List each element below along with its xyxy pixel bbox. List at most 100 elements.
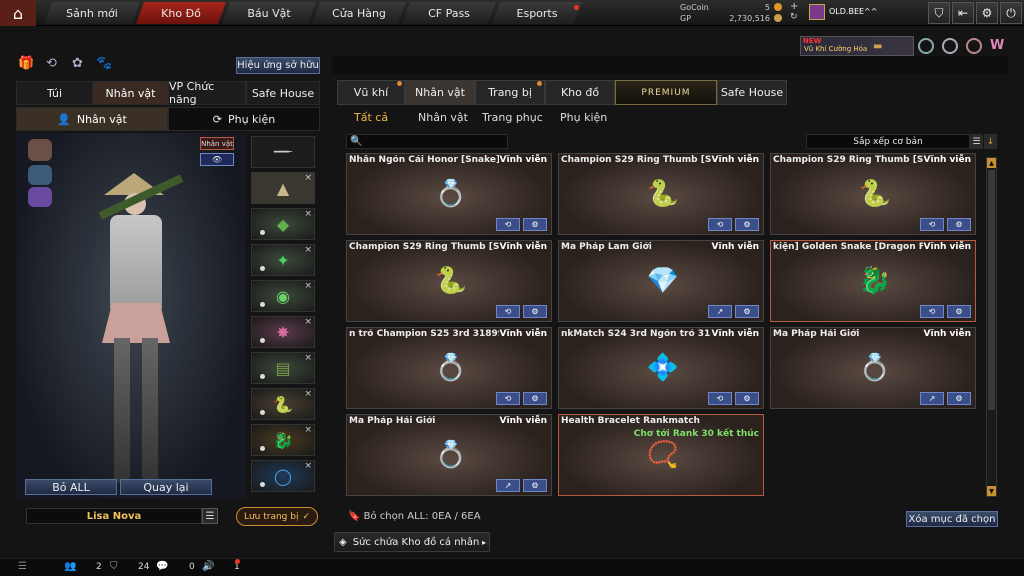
save-loadout-button[interactable]: Lưu trang bị ✓ bbox=[236, 507, 318, 526]
remove-all-button[interactable]: Bỏ ALL bbox=[25, 479, 117, 495]
character-preview[interactable]: Nhân vật 👁 bbox=[16, 133, 246, 499]
subtab-accessory[interactable]: ⟳ Phụ kiện bbox=[168, 107, 320, 131]
equip-button[interactable]: ↗ bbox=[708, 305, 732, 318]
search-input[interactable] bbox=[366, 136, 497, 147]
subtab-all[interactable]: Tất cả bbox=[354, 111, 388, 124]
clan-button[interactable]: ⛉ bbox=[928, 2, 950, 24]
sort-dropdown[interactable]: Sắp xếp cơ bản bbox=[806, 134, 970, 149]
item-card-selected[interactable]: kiện] Golden Snake [Dragon Fury]Vĩnh viễ… bbox=[770, 240, 976, 322]
nav-tab-treasure[interactable]: Báu Vật bbox=[222, 2, 316, 24]
item-settings-button[interactable]: ⚙ bbox=[735, 305, 759, 318]
class-icon-2[interactable] bbox=[28, 165, 52, 185]
item-card[interactable]: Nhẫn Ngón Cái Honor [Snake] Vĩnh viễn 💍 ⟲ ⚙ bbox=[346, 153, 552, 235]
item-settings-button[interactable]: ⚙ bbox=[523, 218, 547, 231]
scroll-thumb[interactable] bbox=[988, 170, 995, 410]
item-card[interactable]: Ma Pháp Hải Giới Vĩnh viễn 💍 ↗ ⚙ bbox=[346, 414, 552, 496]
remove-icon[interactable]: × bbox=[304, 461, 312, 471]
tab-character[interactable]: Nhân vật bbox=[93, 81, 168, 105]
gp-convert-button[interactable]: ⟲ bbox=[496, 218, 520, 231]
friends-icon[interactable]: 👥 bbox=[64, 561, 76, 572]
nav-tab-cfpass[interactable]: CF Pass bbox=[402, 2, 496, 24]
nav-tab-shop[interactable]: Cửa Hàng bbox=[312, 2, 406, 24]
slot-emblem[interactable]: × ✸ bbox=[251, 316, 315, 348]
tab-equipment[interactable]: Trang bị bbox=[475, 80, 545, 105]
back-button[interactable]: Quay lại bbox=[120, 479, 212, 495]
item-settings-button[interactable]: ⚙ bbox=[735, 392, 759, 405]
item-card[interactable]: Ma Pháp Lam Giới Vĩnh viễn 💎 ↗ ⚙ bbox=[558, 240, 764, 322]
class-icon-3[interactable] bbox=[28, 187, 52, 207]
remove-icon[interactable]: × bbox=[304, 389, 312, 399]
promo-banner[interactable]: NEW Vũ Khí Cường Hóa ▬ bbox=[800, 36, 914, 56]
slot-weapon[interactable]: ━━╾ bbox=[251, 136, 315, 168]
nav-tab-inventory[interactable]: Kho Đồ bbox=[136, 2, 226, 24]
scroll-down-button[interactable]: ▼ bbox=[987, 486, 996, 496]
tab-bag[interactable]: Túi bbox=[16, 81, 93, 105]
item-card[interactable]: n trỏ Champion S25 3rd 31899 Vĩnh viễn 💍 ⟲ ⚙ bbox=[346, 327, 552, 409]
gp-convert-button[interactable]: ⟲ bbox=[920, 305, 944, 318]
power-button[interactable]: ⏻ bbox=[1000, 2, 1022, 24]
search-box[interactable]: 🔍 bbox=[346, 134, 508, 149]
item-card[interactable]: nkMatch S24 3rd Ngón trỏ 31899Vĩnh viễn 💠… bbox=[558, 327, 764, 409]
gp-convert-button[interactable]: ⟲ bbox=[496, 392, 520, 405]
slot-ring[interactable]: × 🐍 bbox=[251, 388, 315, 420]
class-icon-1[interactable] bbox=[28, 139, 52, 161]
settings-button[interactable]: ⚙ bbox=[976, 2, 998, 24]
subtab-outfits[interactable]: Trang phục bbox=[482, 111, 543, 124]
remove-icon[interactable]: × bbox=[304, 209, 312, 219]
scroll-up-button[interactable]: ▲ bbox=[987, 158, 996, 168]
item-settings-button[interactable]: ⚙ bbox=[523, 392, 547, 405]
remove-icon[interactable]: × bbox=[304, 425, 312, 435]
swap-icon[interactable]: ⟲ bbox=[46, 56, 57, 71]
user-name[interactable]: OLD.BEE^^ bbox=[829, 7, 877, 16]
add-gocoin-button[interactable]: + bbox=[790, 1, 798, 12]
tab-weapons[interactable]: Vũ khí bbox=[337, 80, 405, 105]
home-button[interactable]: ⌂ bbox=[0, 0, 36, 26]
tab-function-items[interactable]: VP Chức năng bbox=[168, 80, 246, 106]
item-settings-button[interactable]: ⚙ bbox=[947, 218, 971, 231]
item-settings-button[interactable]: ⚙ bbox=[947, 392, 971, 405]
pet-icon[interactable]: 🐾 bbox=[96, 56, 112, 71]
slot-thumb-ring[interactable]: × 🐉 bbox=[251, 424, 315, 456]
exit-button[interactable]: ⇤ bbox=[952, 2, 974, 24]
slot-vest[interactable]: × ▤ bbox=[251, 352, 315, 384]
speaker-icon[interactable]: 🔊 bbox=[202, 561, 214, 572]
slot-hat[interactable]: × ▲ bbox=[251, 172, 315, 204]
event-icon-1[interactable] bbox=[918, 38, 934, 54]
gp-convert-button[interactable]: ⟲ bbox=[708, 218, 732, 231]
visibility-toggle[interactable]: 👁 bbox=[200, 153, 234, 166]
remove-icon[interactable]: × bbox=[304, 245, 312, 255]
clan-icon[interactable]: ⛉ bbox=[110, 561, 118, 572]
slot-mask[interactable]: × ◆ bbox=[251, 208, 315, 240]
subtab-accessories[interactable]: Phụ kiện bbox=[560, 111, 607, 124]
gp-convert-button[interactable]: ⟲ bbox=[920, 218, 944, 231]
menu-icon[interactable]: ☰ bbox=[18, 561, 27, 572]
item-card[interactable]: Champion S29 Ring Thumb [Snake]Vĩnh viễn… bbox=[346, 240, 552, 322]
slot-bracelet[interactable]: × ◯ bbox=[251, 460, 315, 492]
character-badge[interactable]: Nhân vật bbox=[200, 137, 234, 150]
item-settings-button[interactable]: ⚙ bbox=[523, 479, 547, 492]
event-icon-3[interactable] bbox=[966, 38, 982, 54]
remove-icon[interactable]: × bbox=[304, 281, 312, 291]
event-icon-2[interactable] bbox=[942, 38, 958, 54]
nav-tab-esports[interactable]: Esports bbox=[492, 2, 582, 24]
subtab-characters[interactable]: Nhân vật bbox=[418, 111, 468, 124]
gp-convert-button[interactable]: ⟲ bbox=[496, 305, 520, 318]
item-card[interactable]: Ma Pháp Hải Giới Vĩnh viễn 💍 ↗ ⚙ bbox=[770, 327, 976, 409]
storage-capacity-button[interactable]: ◈ Sức chứa Kho đồ cá nhân ▸ bbox=[334, 532, 490, 552]
tab-premium[interactable]: PREMIUM bbox=[615, 80, 717, 105]
slot-medal[interactable]: × ◉ bbox=[251, 280, 315, 312]
tab-storage[interactable]: Kho đồ bbox=[545, 80, 615, 105]
slot-badge[interactable]: × ✦ bbox=[251, 244, 315, 276]
item-card-selected[interactable]: Health Bracelet Rankmatch Chơ tới Rank 30… bbox=[558, 414, 764, 496]
subtab-character[interactable]: 👤 Nhân vật bbox=[16, 107, 168, 131]
item-card[interactable]: Champion S29 Ring Thumb [Snake]Vĩnh viễn… bbox=[558, 153, 764, 235]
equip-button[interactable]: ↗ bbox=[496, 479, 520, 492]
sort-direction-button[interactable]: ↓ bbox=[984, 134, 997, 149]
gift-icon[interactable]: 🎁 bbox=[18, 56, 34, 71]
item-settings-button[interactable]: ⚙ bbox=[947, 305, 971, 318]
scrollbar[interactable]: ▲ ▼ bbox=[986, 157, 997, 497]
item-settings-button[interactable]: ⚙ bbox=[735, 218, 759, 231]
gp-convert-button[interactable]: ⟲ bbox=[708, 392, 732, 405]
character-list-button[interactable]: ☰ bbox=[202, 508, 218, 524]
selection-count[interactable]: 🔖 Bỏ chọn ALL: 0EA / 6EA bbox=[348, 511, 481, 522]
